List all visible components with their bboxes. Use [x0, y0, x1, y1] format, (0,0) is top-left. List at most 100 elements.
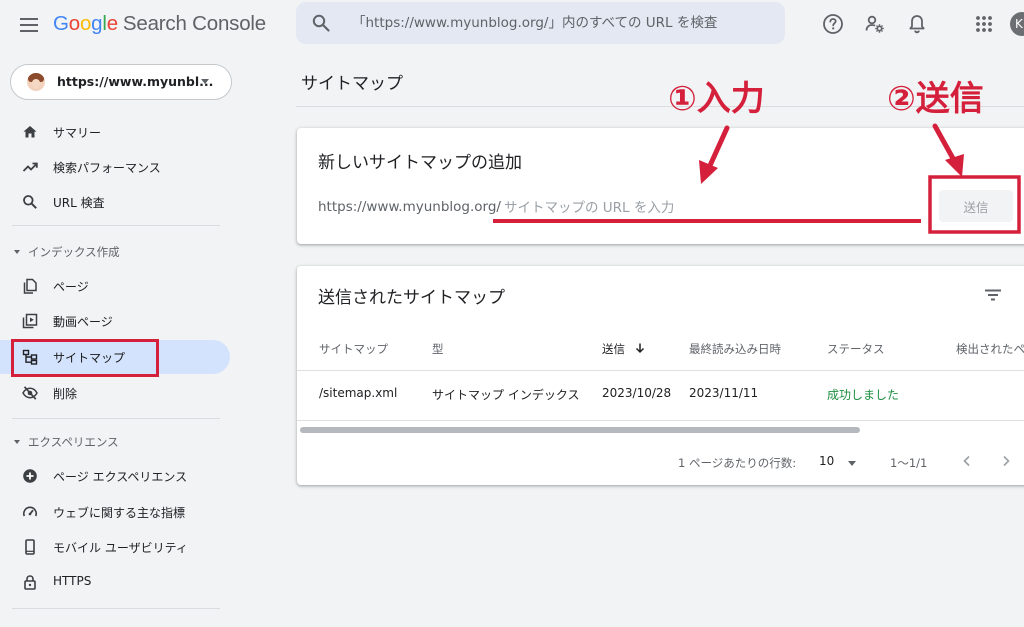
rows-per-page-label: 1 ページあたりの行数:	[678, 456, 797, 470]
table-divider	[297, 420, 1024, 421]
annotation-step2-label: ②送信	[887, 79, 984, 119]
sidebar-item-label: 削除	[53, 387, 78, 401]
column-header-sitemap[interactable]: サイトマップ	[319, 341, 388, 357]
column-header-label: 検出されたペ	[956, 342, 1024, 356]
logo-letter: o	[68, 12, 80, 35]
property-url: https://www.myunbl...	[57, 74, 214, 89]
last-read-cell: 2023/11/11	[689, 386, 759, 400]
apps-grid-icon	[976, 16, 992, 32]
submit-sitemap-button[interactable]: 送信	[939, 190, 1013, 222]
search-input[interactable]	[352, 2, 772, 44]
bell-icon	[909, 15, 925, 34]
apps-button[interactable]	[972, 12, 996, 36]
column-header-submitted[interactable]: 送信	[602, 341, 646, 357]
section-label: エクスペリエンス	[28, 435, 119, 449]
eye-off-icon	[22, 386, 38, 400]
sidebar-item-video-pages[interactable]: 動画ページ	[0, 304, 230, 338]
chevron-right-icon	[1003, 455, 1010, 467]
sidebar-item-performance[interactable]: 検索パフォーマンス	[0, 150, 230, 184]
sidebar-divider	[12, 225, 220, 226]
users-settings-button[interactable]	[863, 12, 887, 36]
column-header-label: 送信	[602, 342, 625, 356]
search-icon[interactable]	[312, 14, 330, 32]
sidebar-item-label: ページ	[53, 280, 89, 294]
submitted-date-cell: 2023/10/28	[602, 386, 672, 400]
logo-letter: g	[91, 12, 103, 35]
app-header: Google Search Console 「https://www.myunb…	[0, 0, 1024, 50]
property-favicon-icon	[27, 73, 45, 91]
sitemap-item-highlight	[11, 339, 159, 377]
previous-page-button[interactable]	[955, 449, 979, 473]
status-cell: 成功しました	[827, 388, 900, 402]
column-header-type[interactable]: 型	[432, 341, 444, 357]
hamburger-menu-icon	[20, 18, 38, 32]
collapse-caret-icon	[14, 250, 20, 254]
sitemap-url-input[interactable]	[504, 196, 904, 220]
sidebar-item-removals[interactable]: 削除	[0, 376, 230, 410]
chevron-left-icon	[963, 455, 970, 467]
dropdown-caret-icon	[848, 461, 856, 466]
sidebar-item-label: モバイル ユーザビリティ	[53, 541, 188, 555]
section-toggle-experience[interactable]: エクスペリエンス	[14, 434, 119, 450]
rows-per-page-select[interactable]: 10	[817, 452, 861, 474]
annotation-step1-label: ①入力	[668, 79, 765, 119]
type-cell: サイトマップ インデックス	[432, 388, 580, 402]
sidebar-item-https[interactable]: HTTPS	[0, 565, 230, 599]
sidebar-item-label: ページ エクスペリエンス	[53, 470, 188, 484]
manage-accounts-icon	[865, 15, 884, 33]
submitted-sitemaps-card: 送信されたサイトマップ サイトマップ 型 送信 最終読み込み日時 ステータス 検…	[297, 266, 1024, 485]
sidebar-divider	[12, 418, 220, 419]
sidebar-item-url-inspection[interactable]: URL 検査	[0, 185, 230, 219]
dropdown-caret-icon	[201, 79, 209, 84]
column-header-status[interactable]: ステータス	[827, 341, 885, 357]
phone-icon	[25, 539, 35, 555]
column-header-label: 最終読み込み日時	[689, 342, 781, 356]
sidebar-item-label: 動画ページ	[53, 315, 113, 329]
speed-icon	[23, 506, 37, 517]
home-icon	[23, 126, 37, 138]
help-button[interactable]	[821, 12, 845, 36]
search-icon	[23, 195, 37, 209]
next-page-button[interactable]	[994, 449, 1018, 473]
url-inspection-search	[296, 2, 785, 44]
sidebar-item-summary[interactable]: サマリー	[0, 115, 230, 149]
rows-per-page-value: 10	[819, 454, 835, 468]
add-sitemap-card: 新しいサイトマップの追加 https://www.myunblog.org/ 送…	[297, 128, 1024, 244]
pagination-range: 1〜1/1	[890, 456, 928, 470]
section-toggle-indexing[interactable]: インデックス作成	[14, 244, 120, 260]
page-title: サイトマップ	[301, 74, 403, 94]
sidebar-item-page-experience[interactable]: ページ エクスペリエンス	[0, 459, 230, 493]
add-circle-icon	[23, 469, 37, 483]
notifications-button[interactable]	[905, 12, 929, 36]
sidebar-divider	[12, 608, 220, 609]
trending-up-icon	[22, 162, 38, 172]
sitemap-url-prefix: https://www.myunblog.org/	[318, 199, 501, 215]
sitemap-cell[interactable]: /sitemap.xml	[319, 386, 397, 400]
property-selector[interactable]: https://www.myunbl...	[10, 64, 232, 100]
column-header-label: ステータス	[827, 342, 885, 356]
logo-letter: e	[106, 12, 118, 35]
sidebar-item-label: サマリー	[53, 126, 102, 140]
column-header-label: 型	[432, 342, 444, 356]
account-avatar-letter: K	[1015, 17, 1023, 31]
column-header-last-read[interactable]: 最終読み込み日時	[689, 341, 781, 357]
filter-icon[interactable]	[983, 285, 1003, 305]
sidebar-item-label: 検索パフォーマンス	[53, 161, 161, 175]
sort-arrow-down-icon	[635, 343, 644, 354]
column-header-discovered-pages[interactable]: 検出されたペ	[956, 341, 1024, 357]
main-menu-button[interactable]	[14, 10, 44, 40]
sidebar-item-mobile-usability[interactable]: モバイル ユーザビリティ	[0, 530, 230, 564]
collapse-caret-icon	[14, 440, 20, 444]
account-avatar[interactable]: K	[1010, 12, 1024, 36]
sidebar-item-label: ウェブに関する主な指標	[53, 506, 186, 520]
sidebar-item-core-web-vitals[interactable]: ウェブに関する主な指標	[0, 495, 230, 529]
help-icon	[823, 14, 843, 34]
sidebar-item-pages[interactable]: ページ	[0, 269, 230, 303]
column-header-label: サイトマップ	[319, 342, 388, 356]
video-page-icon	[22, 313, 38, 329]
horizontal-scrollbar[interactable]	[300, 427, 860, 433]
logo-product-name: Search Console	[122, 12, 266, 35]
section-label: インデックス作成	[28, 245, 120, 259]
sidebar-item-label: HTTPS	[53, 574, 92, 588]
google-search-console-logo[interactable]: Google Search Console	[53, 12, 266, 36]
